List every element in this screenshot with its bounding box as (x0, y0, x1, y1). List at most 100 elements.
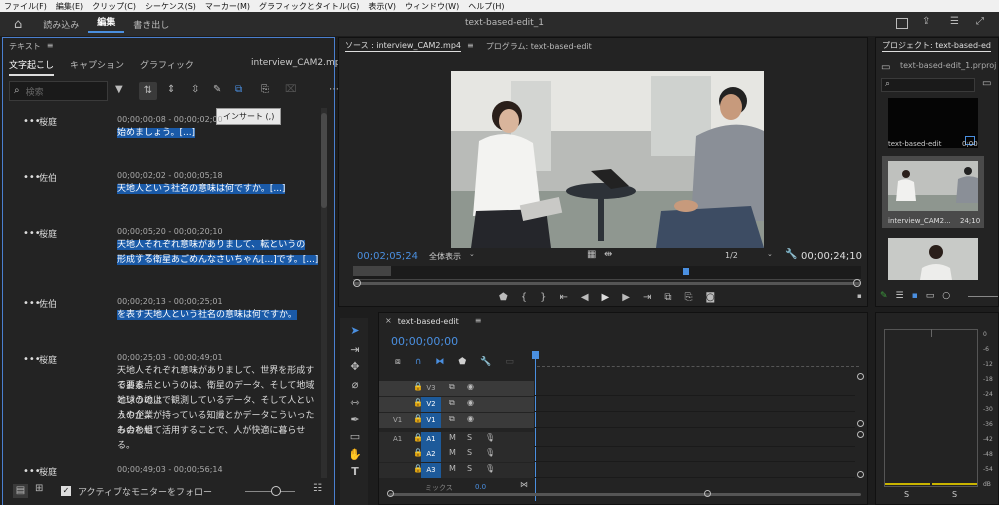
vscroll-handle-bottom[interactable] (857, 471, 864, 478)
follow-checkbox[interactable]: ✓ (61, 486, 71, 496)
sync-lock-icon[interactable]: ⧉ (449, 383, 455, 391)
pencil-icon[interactable]: ✎ (213, 85, 221, 95)
transcript-text[interactable]: 始めましょう。[...] (117, 128, 196, 138)
speaker-name[interactable]: 桜庭 (39, 353, 57, 366)
track-select-icon[interactable]: ⇥ (348, 343, 362, 357)
project-zoom-slider[interactable] (968, 296, 998, 297)
camera-icon[interactable]: ◙ (705, 292, 715, 303)
zoom-slider[interactable] (245, 491, 295, 492)
speaker-name[interactable]: 佐伯 (39, 297, 57, 310)
playhead-handle[interactable] (532, 351, 539, 359)
extract-icon[interactable]: ⌧ (285, 85, 297, 95)
speaker-name[interactable]: 佐伯 (39, 171, 57, 184)
mic-icon[interactable]: 🎙 (485, 465, 495, 473)
add-button-icon[interactable]: ▪ (857, 293, 862, 300)
source-patch[interactable]: V1 (393, 416, 402, 424)
marker-icon[interactable]: ⬟ (499, 292, 508, 303)
tab-edit[interactable]: 編集 (88, 15, 125, 33)
project-search[interactable]: ⌕ (881, 78, 975, 92)
source-patch[interactable]: A1 (393, 435, 402, 443)
vscroll-handle-mid[interactable] (857, 420, 864, 427)
timeline-scroll-right-handle[interactable] (704, 490, 711, 497)
track-target[interactable]: A3 (421, 463, 441, 478)
zoom-handle-icon[interactable]: ○ (942, 291, 950, 301)
tab-source[interactable]: ソース : interview_CAM2.mp4 (345, 40, 461, 52)
merge-icon[interactable]: ⇕ (167, 85, 175, 95)
speaker-name[interactable]: 桜庭 (39, 227, 57, 240)
insert-clip-icon[interactable]: ⧉ (664, 292, 671, 303)
menu-item[interactable]: クリップ(C) (92, 1, 136, 12)
track-target[interactable]: A1 (421, 432, 441, 447)
freeform-view-icon[interactable]: ▭ (926, 291, 935, 301)
mute-button[interactable]: M (449, 465, 456, 473)
transcript-text[interactable]: 形成する衛星あごめんなさいちゃん[...]です。[...] (117, 255, 319, 265)
solo-right-button[interactable]: S (952, 490, 957, 499)
split-icon[interactable]: ⇅ (139, 82, 157, 100)
eye-icon[interactable]: ◉ (467, 415, 474, 423)
transcript-text[interactable]: を表す天地人という社名の意味は何ですか。 (117, 310, 297, 320)
go-to-in-icon[interactable]: ⇤ (559, 292, 567, 303)
filter-icon[interactable]: ▼ (115, 85, 123, 95)
source-timecode[interactable]: 00;02;05;24 (357, 251, 418, 262)
mute-button[interactable]: M (449, 449, 456, 457)
mic-icon[interactable]: 🎙 (485, 449, 495, 457)
mute-button[interactable]: M (449, 434, 456, 442)
tab-program[interactable]: プログラム: text-based-edit (486, 41, 592, 52)
timeline-scroll-left-handle[interactable] (387, 490, 394, 497)
workspaces-icon[interactable]: ☰ (950, 17, 959, 27)
track-target[interactable]: A2 (421, 447, 441, 462)
sync-lock-icon[interactable]: ⧉ (449, 415, 455, 423)
zoom-bar-right-handle[interactable] (853, 279, 861, 287)
time-ruler[interactable] (537, 353, 859, 367)
timeline-menu-icon[interactable]: ≡ (475, 317, 482, 325)
collapse-icon[interactable]: ⇳ (191, 85, 199, 95)
snap-icon[interactable]: ∩ (415, 357, 422, 367)
speaker-name[interactable]: 桜庭 (39, 465, 57, 478)
insert-icon[interactable]: ⧉ (235, 85, 242, 95)
transcript-text[interactable]: 天地人という社名の意味は何ですか。[...] (117, 184, 286, 194)
eye-icon[interactable]: ◉ (467, 383, 474, 391)
menu-item[interactable]: ファイル(F) (4, 1, 47, 12)
solo-button[interactable]: S (467, 465, 472, 473)
go-to-out-icon[interactable]: ⇥ (643, 292, 651, 303)
tab-export[interactable]: 書き出し (124, 18, 178, 31)
tab-import[interactable]: 読み込み (34, 18, 88, 31)
sync-lock-icon[interactable]: ⧉ (449, 399, 455, 407)
solo-button[interactable]: S (467, 449, 472, 457)
icon-view-icon[interactable]: ▪ (912, 291, 918, 301)
wrench-icon[interactable]: 🔧 (785, 250, 797, 260)
list-view-icon[interactable]: ☰ (896, 291, 904, 301)
fullscreen-icon[interactable] (896, 18, 908, 29)
timeline-hscroll[interactable] (389, 493, 861, 496)
mix-end-icon[interactable]: ⋈ (520, 481, 528, 489)
timeline-settings-icon[interactable]: 🔧 (480, 357, 491, 367)
nest-icon[interactable]: ⧈ (395, 357, 401, 367)
vscroll-handle-mid2[interactable] (857, 431, 864, 438)
tab-sequence[interactable]: text-based-edit (398, 317, 459, 326)
ripple-edit-icon[interactable]: ✥ (348, 360, 362, 374)
zoom-slider-handle[interactable] (271, 486, 281, 496)
menu-item[interactable]: ウィンドウ(W) (405, 1, 459, 12)
home-icon[interactable]: ⌂ (14, 18, 22, 31)
zoom-bar[interactable] (353, 282, 861, 285)
type-tool-icon[interactable]: T (348, 465, 362, 479)
settings-icon[interactable]: ▦ (587, 250, 596, 260)
transcript-line[interactable]: 天地人という社名の意味は何ですか。[...] (117, 182, 322, 197)
source-menu-icon[interactable]: ≡ (467, 42, 474, 50)
timeline-timecode[interactable]: 00;00;00;00 (391, 335, 458, 348)
transcript-line[interactable]: 形成する衛星あごめんなさいちゃん[...]です。[...] (117, 253, 322, 268)
menu-item[interactable]: グラフィックとタイトル(G) (259, 1, 359, 12)
rectangle-icon[interactable]: ▭ (348, 430, 362, 444)
menu-item[interactable]: 表示(V) (368, 1, 396, 12)
track-target[interactable]: V1 (421, 413, 441, 428)
transcript-view-icon[interactable]: ▤ (13, 484, 28, 498)
zoom-select[interactable]: 全体表示 (429, 251, 461, 262)
captions-icon[interactable]: ▭ (505, 357, 514, 367)
step-back-icon[interactable]: ◀ (581, 292, 589, 303)
mark-in-icon[interactable]: { (521, 292, 527, 303)
hand-icon[interactable]: ✋ (348, 448, 362, 462)
transcript-line[interactable]: 始めましょう。[...] (117, 126, 322, 141)
caption-view-icon[interactable]: ⊞ (35, 484, 43, 494)
zoom-bar-left-handle[interactable] (353, 279, 361, 287)
vscroll-handle-top[interactable] (857, 373, 864, 380)
